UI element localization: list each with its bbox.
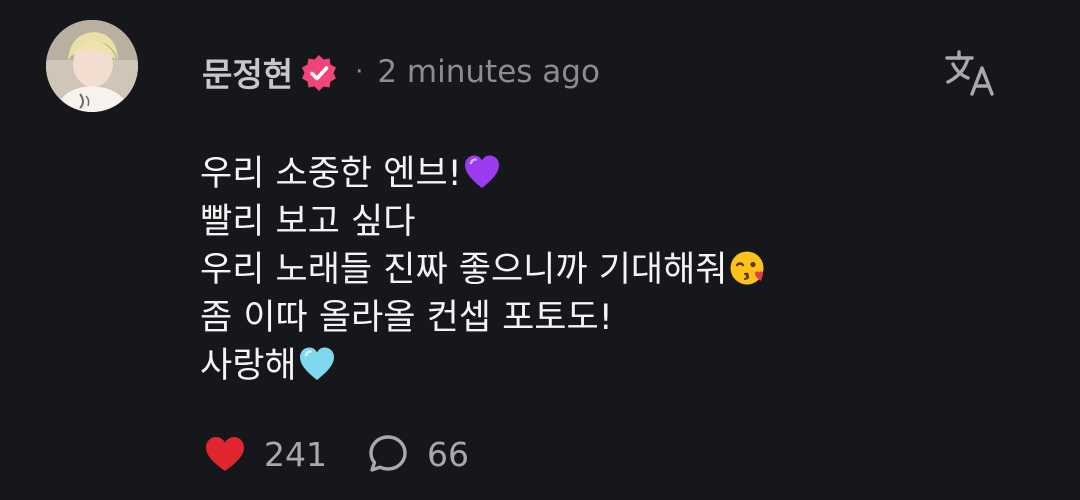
comment-line-3: 우리 노래들 진짜 좋으니까 기대해줘 [200, 246, 768, 294]
comment-line-2: 빨리 보고 싶다 [200, 198, 768, 246]
username[interactable]: 문정현 [202, 48, 293, 96]
post-header: 문정현 · 2 minutes ago [202, 46, 600, 98]
comment-post: 문정현 · 2 minutes ago 우리 소중한 엔브! 빨리 보고 싶다 … [0, 0, 1080, 500]
comment-text: 좀 이따 올라올 컨셉 포토도! [200, 298, 613, 338]
comment-bubble-icon[interactable] [367, 433, 409, 475]
kissing-face-icon [730, 251, 764, 285]
heart-icon[interactable] [204, 435, 246, 473]
comment-text: 빨리 보고 싶다 [200, 202, 416, 242]
comment-text: 사랑해 [200, 346, 297, 386]
timestamp: 2 minutes ago [377, 54, 600, 90]
separator-dot: · [355, 57, 364, 87]
comment-count: 66 [427, 434, 469, 474]
comment-body: 우리 소중한 엔브! 빨리 보고 싶다 우리 노래들 진짜 좋으니까 기대해줘 … [200, 150, 768, 390]
comment-text: 우리 소중한 엔브! [200, 154, 462, 194]
purple-heart-icon [464, 155, 499, 188]
comment-line-1: 우리 소중한 엔브! [200, 150, 768, 198]
comment-text: 우리 노래들 진짜 좋으니까 기대해줘 [200, 250, 728, 290]
action-bar: 241 66 [204, 430, 469, 478]
like-count: 241 [264, 434, 327, 474]
verified-badge-icon [299, 53, 339, 93]
comment-line-5: 사랑해 [200, 342, 768, 390]
comment-line-4: 좀 이따 올라올 컨셉 포토도! [200, 294, 768, 342]
light-blue-heart-icon [299, 347, 334, 380]
avatar[interactable] [46, 20, 138, 112]
translate-icon[interactable] [944, 48, 996, 98]
